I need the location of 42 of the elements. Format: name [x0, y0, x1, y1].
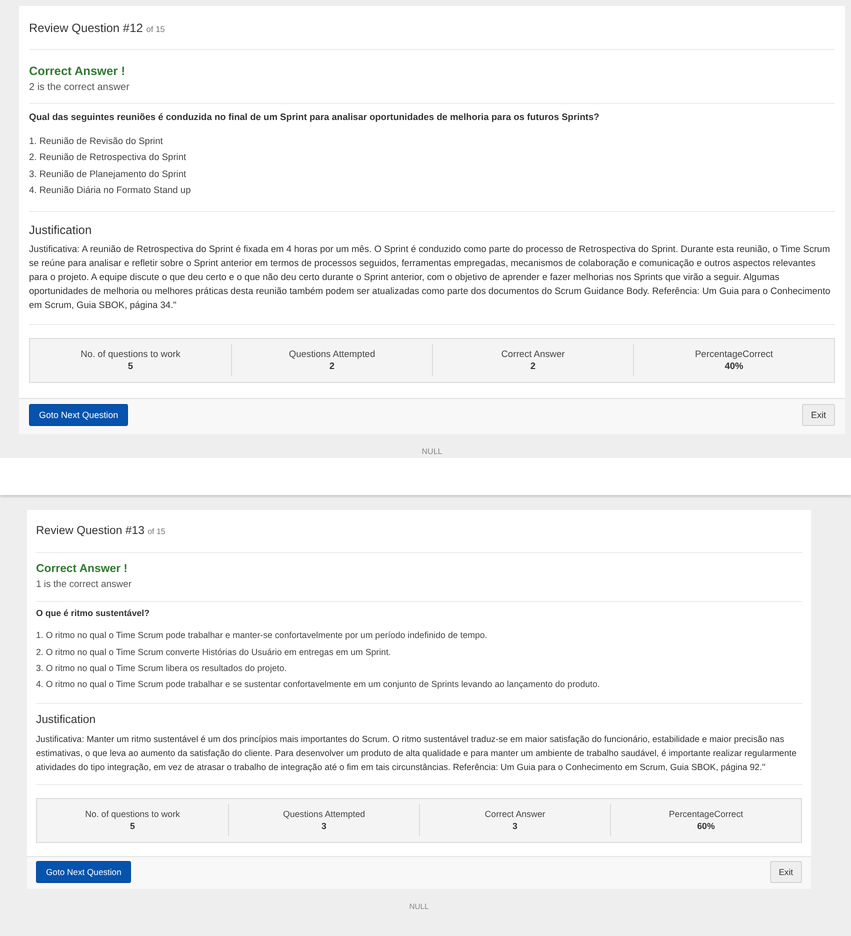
stat-label: Questions Attempted	[282, 808, 366, 820]
justification-text: Justificativa: Manter um ritmo sustentável é um dos princípios mais importantes do Scrum. O ritmo sustentável traduz-se em maior satisfação do funcionário, estabilidade e maior precisão nas estimativas, o que leva ao aumento da satisfação do cliente. Para desenvolver um produto de alta qualidade e para manter um ambiente de trabalho saudável, é importante realizar regularmente atividades do tipo integração, em vez de atrasar o trabalho de integração até o fim em tais circunstâncias. Referência: Um Guia para o Conhecimento em Scrum, Guia SBOK, página 92.''	[36, 733, 798, 774]
stat-value: 3	[322, 820, 326, 832]
correct-answer-note: 1 is the correct answer	[36, 578, 133, 592]
stat-label: No. of questions to work	[85, 808, 180, 820]
next-question-button[interactable]: Goto Next Question	[29, 404, 128, 426]
answer-option: 3. O ritmo no qual o Time Scrum libera os resultados do projeto.	[36, 660, 802, 676]
stat-label: Correct Answer	[501, 348, 565, 360]
stat-label: Correct Answer	[484, 808, 546, 820]
footer-label: NULL	[422, 446, 442, 458]
question-text: Qual das seguintes reuniões é conduzida no final de um Sprint para analisar oportunidades de melhoria para os futuros Sprints?	[29, 111, 600, 123]
answer-option: 4. Reunião Diária no Formato Stand up	[29, 182, 835, 199]
stat-value: 3	[512, 820, 518, 832]
question-title: Review Question #12	[29, 21, 143, 35]
stat-value: 2	[530, 360, 536, 372]
exit-button[interactable]: Exit	[770, 861, 802, 884]
justification-heading: Justification	[36, 713, 97, 728]
question-count: of 15	[146, 24, 165, 34]
stat-label: Questions Attempted	[288, 348, 376, 360]
stat-value: 60%	[697, 820, 715, 832]
stat-label: PercentageCorrect	[668, 808, 744, 820]
justification-text: Justificativa: A reunião de Retrospectiva do Sprint é fixada em 4 horas por um mês. O Sprint é conduzido como parte do processo de Retrospectiva do Sprint. Durante esta reunião, o Time Scrum se reúne para analisar e refletir sobre o Sprint anterior em termos de processos seguidos, ferramentas empregadas, mecanismos de colaboração e comunicação e outros aspectos relevantes para o projeto. A equipe discute o que deu certo e o que não deu certo durante o Sprint anterior, com o objetivo de aprender e fazer melhorias nos Sprints que virão a seguir. Algumas oportunidades de melhoria ou melhores práticas desta reunião também podem ser atualizadas como parte dos documentos do Scrum Guidance Body. Referência: Um Guia para o Conhecimento em Scrum, Guia SBOK, página 34."	[29, 243, 832, 312]
question-title: Review Question #13	[36, 525, 144, 538]
stat-value: 2	[329, 360, 335, 372]
exit-button[interactable]: Exit	[802, 404, 835, 426]
stat-label: PercentageCorrect	[694, 348, 774, 360]
result-heading: Correct Answer !	[29, 63, 126, 79]
answer-option: 1. O ritmo no qual o Time Scrum pode trabalhar e manter-se confortavelmente por um período indefinido de tempo.	[36, 627, 802, 644]
answer-option: 3. Reunião de Planejamento do Sprint	[29, 166, 835, 182]
correct-answer-note: 2 is the correct answer	[29, 81, 130, 95]
answer-option: 2. O ritmo no qual o Time Scrum converte Histórias do Usuário em entregas em um Sprint.	[36, 644, 802, 660]
answer-option: 1. Reunião de Revisão do Sprint	[29, 133, 835, 150]
stat-value: 5	[128, 360, 134, 372]
stat-value: 5	[130, 820, 135, 832]
question-text: O que é ritmo sustentável?	[36, 607, 151, 620]
stat-label: No. of questions to work	[80, 348, 180, 360]
stat-value: 40%	[724, 360, 744, 372]
answer-option: 4. O ritmo no qual o Time Scrum pode trabalhar e se sustentar confortavelmente em um conjunto de Sprints levando ao lançamento do produto.	[36, 676, 802, 693]
result-heading: Correct Answer !	[36, 562, 128, 578]
next-question-button[interactable]: Goto Next Question	[36, 861, 132, 884]
justification-heading: Justification	[29, 222, 93, 238]
answer-option: 2. Reunião de Retrospectiva do Sprint	[29, 149, 835, 166]
